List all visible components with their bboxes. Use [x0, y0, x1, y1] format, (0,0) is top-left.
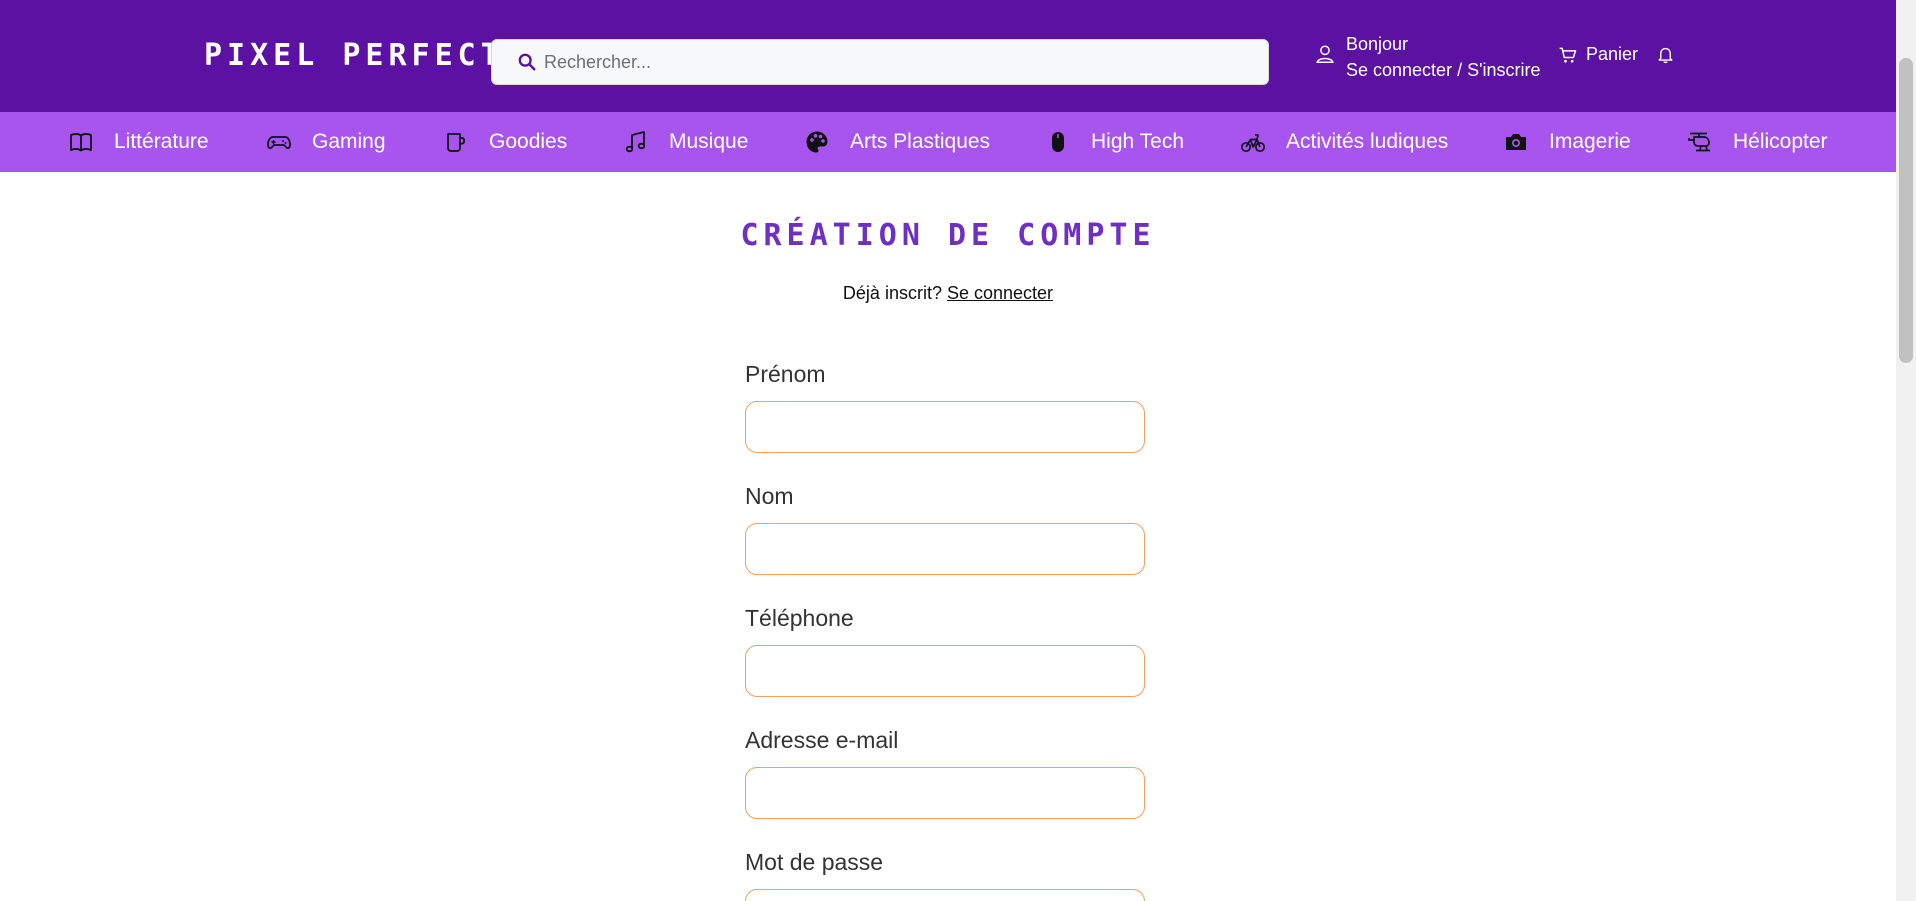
category-imagerie[interactable]: Imagerie: [1503, 112, 1631, 172]
search-icon[interactable]: [518, 53, 536, 71]
phone-field[interactable]: [745, 645, 1145, 697]
helicopter-icon: [1688, 132, 1710, 152]
gamepad-icon: [267, 136, 291, 150]
greeting-text: Bonjour: [1346, 34, 1409, 54]
mouse-icon: [1052, 132, 1064, 152]
search-bar[interactable]: [491, 39, 1269, 85]
last-name-label: Nom: [745, 483, 794, 509]
email-field[interactable]: [745, 767, 1145, 819]
user-icon: [1316, 45, 1334, 63]
account-link[interactable]: Bonjour Se connecter / S'inscrire: [1314, 31, 1541, 83]
music-note-icon: [625, 131, 646, 153]
email-label: Adresse e-mail: [745, 727, 899, 753]
book-icon: [70, 133, 92, 152]
bicycle-icon: [1240, 134, 1266, 153]
site-logo[interactable]: PIXEL PERFECT: [204, 38, 504, 73]
notification-bell-icon[interactable]: [1656, 45, 1675, 64]
last-name-field[interactable]: [745, 523, 1145, 575]
login-link[interactable]: Se connecter: [947, 283, 1053, 303]
category-bar: Littérature Gaming Goodies Musique Arts …: [0, 112, 1896, 172]
palette-icon: [806, 131, 828, 153]
category-goodies[interactable]: Goodies: [443, 112, 567, 172]
first-name-field[interactable]: [745, 401, 1145, 453]
login-signup-link[interactable]: Se connecter / S'inscrire: [1346, 57, 1541, 83]
top-header: PIXEL PERFECT Bonjour Se connecter / S'i…: [0, 0, 1896, 112]
category-musique[interactable]: Musique: [623, 112, 748, 172]
cart-label: Panier: [1586, 44, 1639, 64]
category-gaming[interactable]: Gaming: [266, 112, 386, 172]
phone-label: Téléphone: [745, 605, 854, 631]
scrollbar-thumb[interactable]: [1899, 58, 1913, 363]
category-helicopter[interactable]: Hélicopter: [1687, 112, 1828, 172]
cart-link[interactable]: Panier: [1558, 44, 1638, 65]
password-label: Mot de passe: [745, 849, 884, 875]
category-activites-ludiques[interactable]: Activités ludiques: [1240, 112, 1448, 172]
cart-icon: [1559, 47, 1577, 63]
already-registered: Déjà inscrit? Se connecter: [0, 283, 1896, 304]
category-arts-plastiques[interactable]: Arts Plastiques: [804, 112, 990, 172]
category-litterature[interactable]: Littérature: [68, 112, 209, 172]
page-title: CRÉATION DE COMPTE: [740, 218, 1156, 253]
camera-icon: [1506, 134, 1526, 150]
search-input[interactable]: [542, 50, 1268, 74]
mug-icon: [447, 133, 466, 152]
category-high-tech[interactable]: High Tech: [1045, 112, 1184, 172]
password-field[interactable]: [745, 889, 1145, 901]
first-name-label: Prénom: [745, 361, 826, 387]
already-registered-text: Déjà inscrit?: [842, 283, 942, 303]
